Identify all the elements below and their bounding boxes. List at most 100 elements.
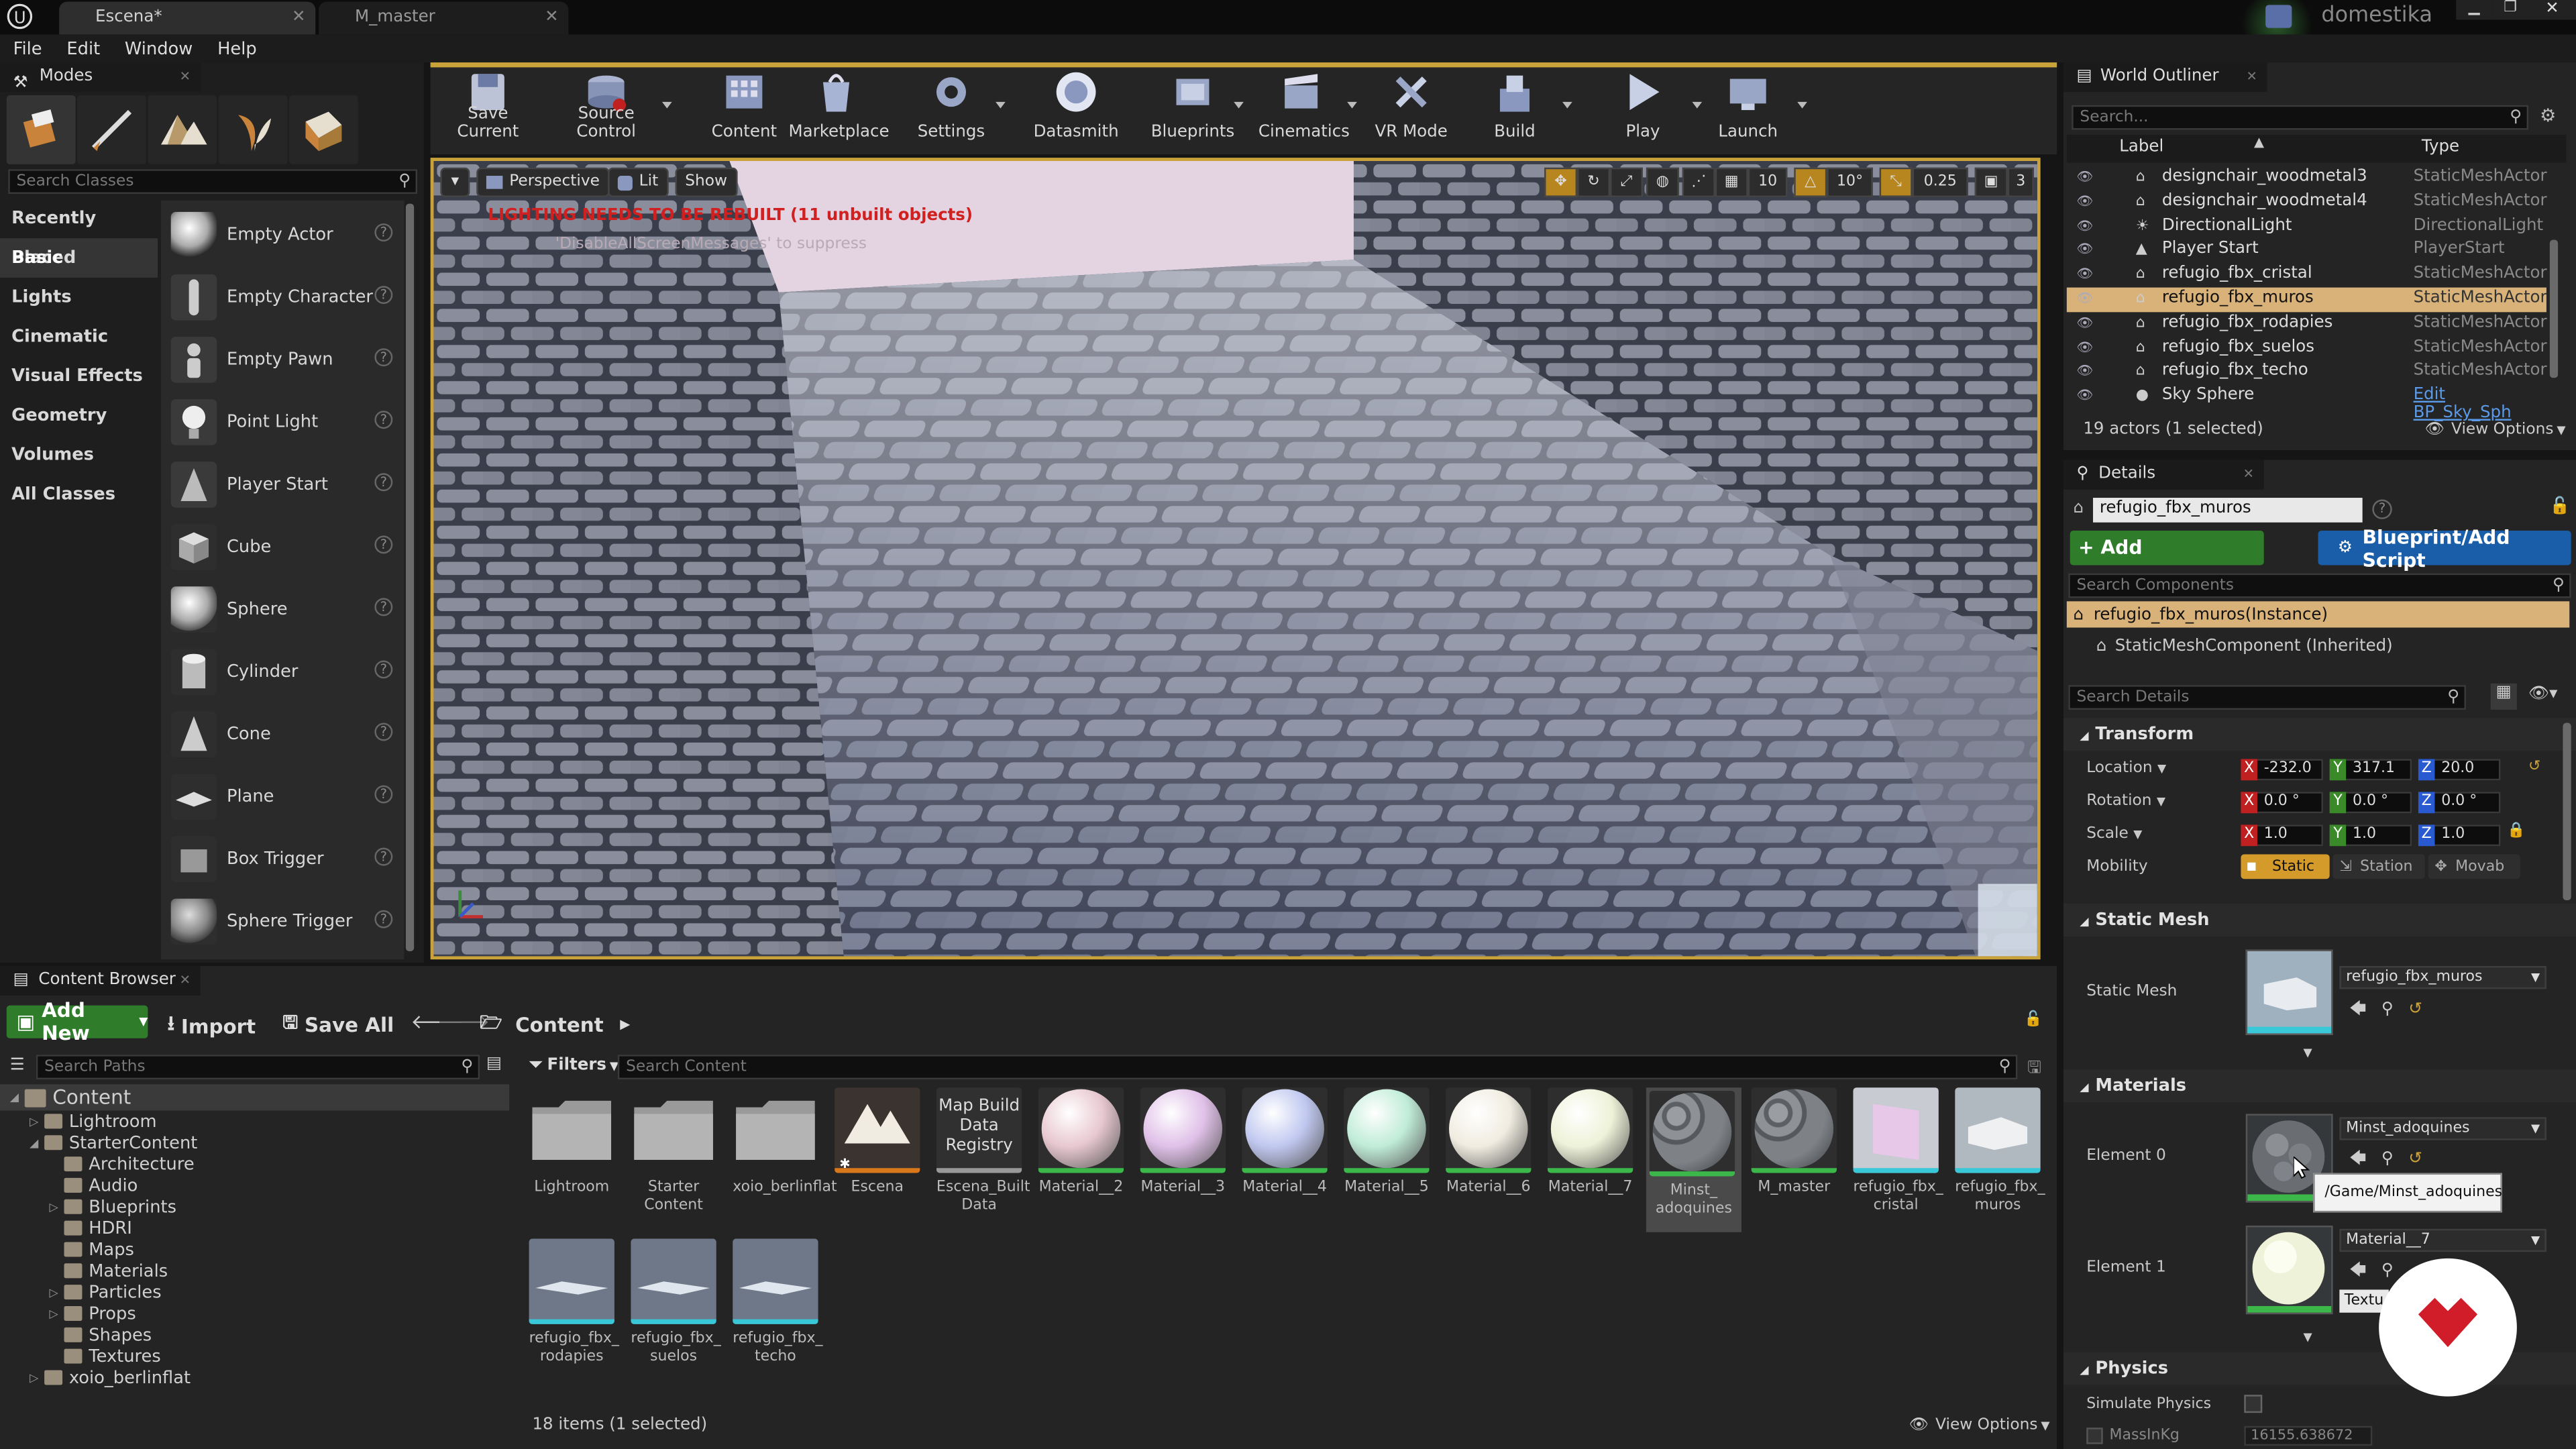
rotation-snap-value[interactable]: 10° [1827, 167, 1873, 197]
asset-tile[interactable]: Minst_ adoquines [1646, 1087, 1741, 1232]
category-visual-effects[interactable]: Visual Effects [0, 356, 158, 396]
search-content-input[interactable]: Search Content ⚲ [617, 1055, 2018, 1079]
lock-icon[interactable]: 🔓 [2550, 498, 2570, 516]
play-dropdown-icon[interactable] [1692, 101, 1703, 109]
scale-snap-button[interactable]: ⤡ [1879, 167, 1913, 197]
scale-z-field[interactable]: Z 1.0 [2418, 824, 2501, 847]
asset-tile[interactable]: Material__7 [1547, 1087, 1633, 1197]
materials-section-header[interactable]: ◢ Materials [2063, 1069, 2576, 1103]
place-item-cone[interactable]: Cone? [164, 705, 402, 764]
location-x-field[interactable]: X -232.0 [2241, 759, 2323, 781]
asset-tile[interactable]: Material__5 [1344, 1087, 1430, 1197]
asset-tile[interactable]: refugio_fbx_ suelos [631, 1238, 721, 1367]
asset-tile[interactable]: refugio_fbx_ techo [733, 1238, 823, 1367]
reset-location-icon[interactable]: ↺ [2528, 759, 2540, 775]
help-icon[interactable]: ? [374, 785, 393, 804]
source-control-dropdown-icon[interactable] [661, 101, 672, 109]
tab-m-master[interactable]: M_master ✕ [319, 1, 569, 35]
outliner-row[interactable]: 👁 ⌂ refugio_fbx_muros StaticMeshActor [2066, 287, 2547, 313]
outliner-row[interactable]: 👁 ⌂ refugio_fbx_suelos StaticMeshActor [2067, 336, 2547, 361]
camera-speed-value[interactable]: 3 [2007, 167, 2034, 197]
maximize-button[interactable]: ❐ [2492, 0, 2529, 20]
help-icon[interactable]: ? [374, 473, 393, 492]
category-cinematic[interactable]: Cinematic [0, 317, 158, 357]
asset-tile[interactable]: Material__2 [1038, 1087, 1124, 1197]
lock-icon[interactable]: 🔓 [2024, 1012, 2042, 1028]
asset-tile[interactable]: refugio_fbx_ cristal [1853, 1087, 1943, 1216]
help-icon[interactable]: ? [374, 910, 393, 928]
unreal-logo-icon[interactable]: U [7, 3, 33, 30]
close-icon[interactable]: ✕ [2247, 62, 2257, 92]
blueprints-button[interactable]: Blueprints [1150, 66, 1235, 148]
mobility-movable-button[interactable]: ✥ Movab [2428, 854, 2520, 879]
search-components-input[interactable]: Search Components ⚲ [2068, 573, 2571, 598]
geometry-mode-icon[interactable] [289, 95, 358, 164]
place-item-player-start[interactable]: Player Start? [164, 455, 402, 514]
expand-arrow-icon[interactable]: ◢ [30, 1136, 44, 1149]
paths-view-options-icon[interactable]: ▤ [486, 1055, 506, 1077]
minimize-button[interactable]: ▁ [2456, 0, 2493, 20]
static-mesh-thumbnail[interactable] [2245, 949, 2333, 1035]
use-selected-arrow-icon[interactable]: 🡄 [2349, 1000, 2366, 1018]
place-item-sphere-trigger[interactable]: Sphere Trigger? [164, 892, 402, 951]
tree-folder[interactable]: Audio [0, 1175, 509, 1196]
surface-snap-button[interactable]: ⋰ [1682, 167, 1715, 197]
place-item-box-trigger[interactable]: Box Trigger? [164, 830, 402, 889]
static-mesh-component-row[interactable]: ⌂ StaticMeshComponent (Inherited) [2096, 637, 2393, 655]
static-mesh-dropdown[interactable]: refugio_fbx_muros ▼ [2339, 966, 2546, 989]
sources-toggle-icon[interactable]: ☰ [10, 1057, 30, 1076]
viewport-options-button[interactable]: ▾ [440, 167, 470, 197]
play-button[interactable]: Play [1610, 66, 1676, 148]
reset-icon[interactable]: ↺ [2408, 1150, 2422, 1168]
eye-options-icon[interactable]: 👁▾ [2528, 685, 2557, 703]
location-z-field[interactable]: Z 20.0 [2418, 759, 2501, 781]
category-volumes[interactable]: Volumes [0, 435, 158, 475]
actor-name-field[interactable]: refugio_fbx_muros [2093, 498, 2363, 523]
simulate-physics-checkbox[interactable] [2244, 1395, 2263, 1413]
visibility-eye-icon[interactable]: 👁 [2077, 195, 2094, 209]
expand-arrow-icon[interactable]: ▷ [30, 1115, 44, 1128]
category-all-classes[interactable]: All Classes [0, 475, 158, 515]
tree-folder[interactable]: HDRI [0, 1218, 509, 1239]
help-icon[interactable]: ? [374, 660, 393, 679]
asset-tile[interactable]: M_master [1751, 1087, 1837, 1197]
help-icon[interactable]: ? [374, 722, 393, 741]
rotate-tool-button[interactable]: ↻ [1577, 167, 1611, 197]
help-icon[interactable]: ? [374, 535, 393, 554]
expand-arrow-icon[interactable]: ▷ [30, 1371, 44, 1385]
category-geometry[interactable]: Geometry [0, 396, 158, 435]
outliner-row[interactable]: 👁 ⌂ refugio_fbx_cristal StaticMeshActor [2067, 263, 2547, 288]
visibility-eye-icon[interactable]: 👁 [2077, 389, 2094, 403]
outliner-row[interactable]: 👁 ⌂ designchair_woodmetal3 StaticMeshActor [2067, 166, 2547, 191]
rotation-label[interactable]: Rotation ▼ [2086, 792, 2165, 810]
help-icon[interactable]: ? [374, 411, 393, 429]
close-window-button[interactable]: ✕ [2528, 0, 2576, 20]
asset-tile[interactable]: Lightroom [529, 1087, 614, 1197]
visibility-eye-icon[interactable]: 👁 [2077, 340, 2094, 354]
place-item-empty-character[interactable]: Empty Character? [164, 268, 402, 327]
asset-tile[interactable]: Map Build Data Registry Escena_Built Data [936, 1087, 1030, 1216]
rotation-y-field[interactable]: Y 0.0 ° [2329, 792, 2412, 814]
asset-tile[interactable]: Material__3 [1140, 1087, 1226, 1197]
tree-folder[interactable]: ▷ Props [0, 1303, 509, 1324]
asset-tile[interactable]: refugio_fbx_ muros [1955, 1087, 2045, 1216]
close-icon[interactable]: ✕ [2243, 460, 2254, 490]
place-item-cube[interactable]: Cube? [164, 517, 402, 576]
place-item-cylinder[interactable]: Cylinder? [164, 643, 402, 702]
expand-arrow-icon[interactable]: ▷ [49, 1307, 64, 1320]
world-local-button[interactable]: ◍ [1646, 167, 1679, 197]
mass-checkbox[interactable] [2086, 1428, 2103, 1444]
category-basic[interactable]: Basic [0, 238, 158, 278]
source-control-status-icon[interactable] [2265, 5, 2292, 28]
type-column-header[interactable]: Type [2422, 138, 2459, 156]
details-scrollbar[interactable] [2563, 722, 2571, 901]
launch-button[interactable]: Launch [1712, 66, 1784, 148]
add-new-button[interactable]: ▣ Add New ▼ [6, 999, 148, 1045]
build-button[interactable]: Build [1482, 66, 1548, 148]
asset-tile[interactable]: refugio_fbx_ rodapies [529, 1238, 619, 1367]
menu-edit[interactable]: Edit [66, 39, 100, 58]
rotation-x-field[interactable]: X 0.0 ° [2241, 792, 2323, 814]
help-icon[interactable]: ? [374, 286, 393, 305]
close-icon[interactable]: ✕ [292, 1, 306, 34]
marketplace-button[interactable]: Marketplace [789, 66, 890, 148]
